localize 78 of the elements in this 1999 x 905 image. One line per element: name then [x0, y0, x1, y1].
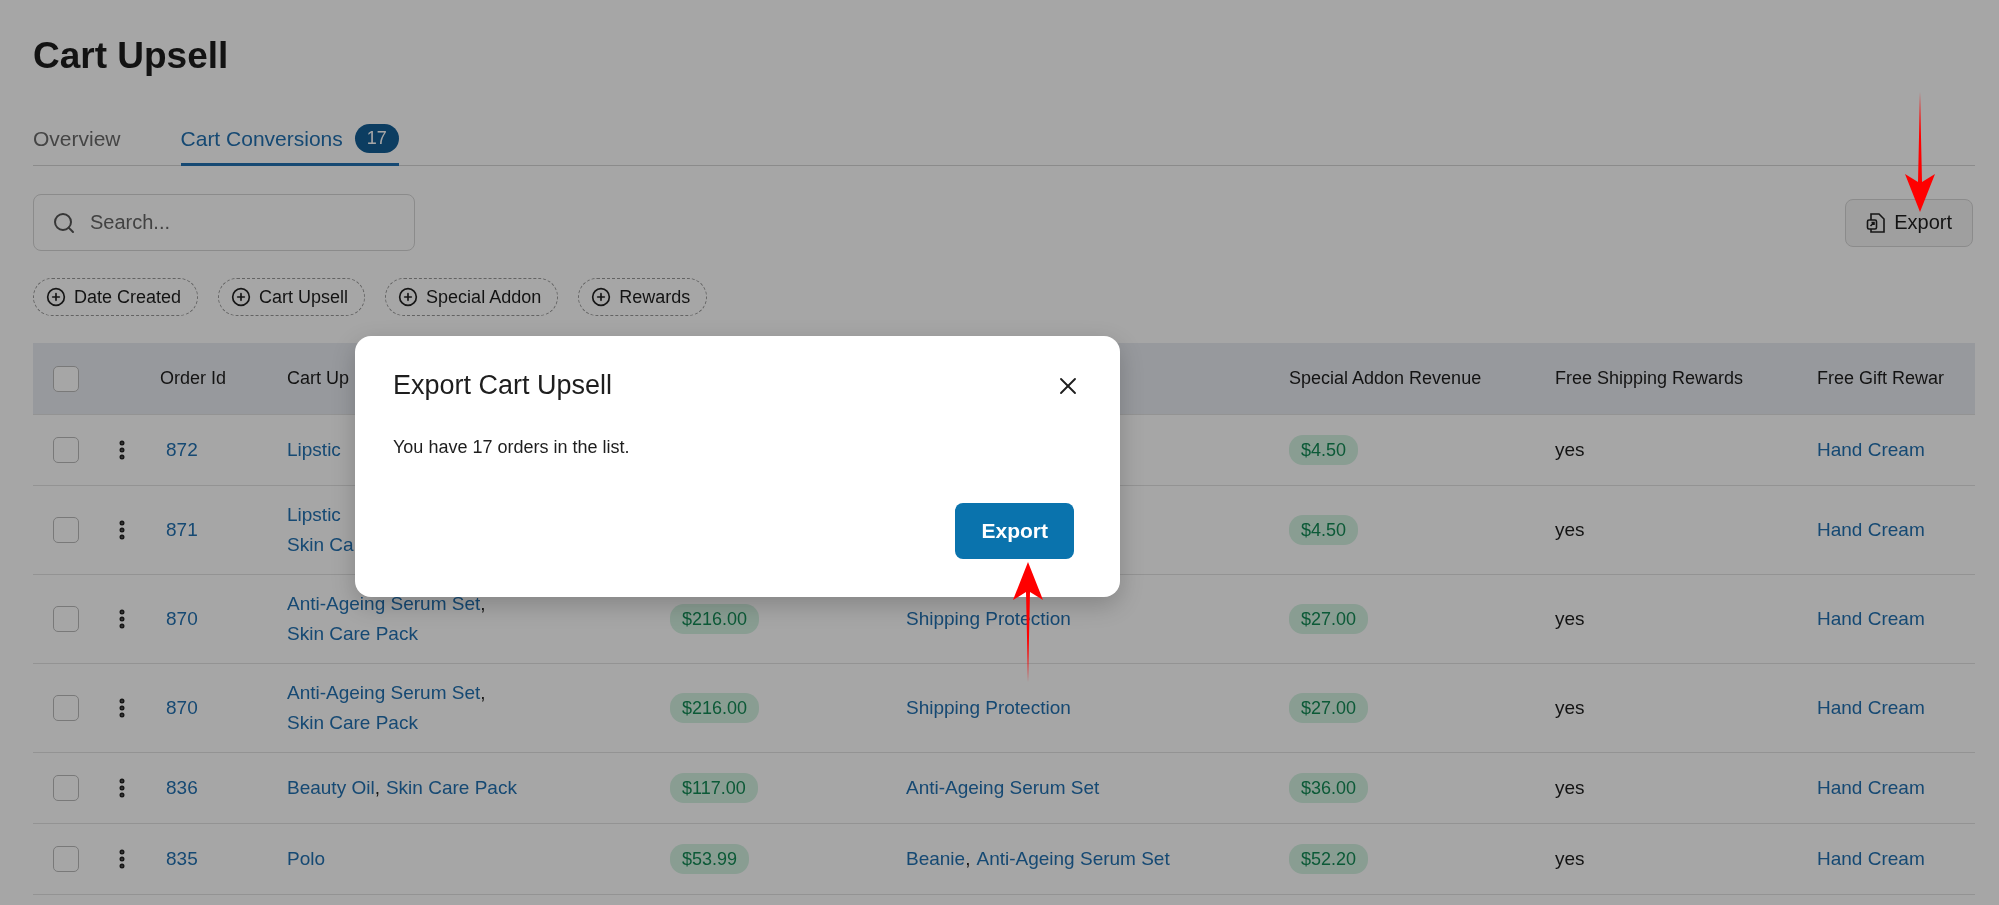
order-link[interactable]: 871 — [160, 519, 198, 540]
product-link[interactable]: Anti-Ageing Serum Set — [906, 777, 1100, 798]
product-link[interactable]: Anti-Ageing Serum Set — [287, 593, 481, 614]
tab[interactable]: Cart Conversions 17 — [180, 124, 399, 166]
product-link[interactable]: Skin Care Pack — [287, 623, 418, 644]
table-cell: yes — [1555, 519, 1585, 540]
search-input[interactable]: Search... — [90, 195, 396, 250]
filter-chip[interactable]: Rewards — [578, 278, 708, 316]
product-link[interactable]: Skin Care Pack — [385, 777, 517, 798]
plus-icon — [398, 287, 419, 307]
export-button[interactable]: Export — [955, 503, 1074, 559]
revenue-pill: $53.99 — [670, 844, 750, 874]
checkbox[interactable] — [53, 846, 79, 872]
gift-link[interactable]: Hand Cream — [1817, 608, 1925, 629]
product-link[interactable]: Polo — [287, 848, 326, 869]
table-cell: yes — [1555, 608, 1585, 629]
separator-text: , — [374, 777, 380, 798]
separator-text: , — [480, 593, 486, 614]
revenue-pill: $4.50 — [1289, 435, 1359, 465]
search-icon — [52, 210, 76, 235]
export-button[interactable]: Export — [1845, 198, 1973, 247]
checkbox[interactable] — [53, 437, 79, 463]
column-header: Free Gift Rewar — [1817, 368, 1945, 389]
order-link[interactable]: 870 — [160, 608, 198, 629]
filter-chip[interactable]: Cart Upsell — [218, 278, 366, 316]
product-link[interactable]: Anti-Ageing Serum Set — [976, 848, 1170, 869]
product-link[interactable]: Lipstic — [287, 504, 341, 525]
product-link[interactable]: Beanie — [906, 848, 966, 869]
checkbox[interactable] — [53, 517, 79, 543]
product-link[interactable]: Skin Ca — [287, 534, 354, 555]
checkbox[interactable] — [53, 606, 79, 632]
gift-link[interactable]: Hand Cream — [1817, 848, 1925, 869]
count-badge: 17 — [354, 124, 399, 153]
revenue-pill: $52.20 — [1289, 844, 1369, 874]
table-cell: yes — [1555, 777, 1585, 798]
checkbox[interactable] — [53, 695, 79, 721]
separator-text: , — [480, 682, 486, 703]
column-header: Order Id — [160, 368, 227, 389]
dialog-title: Export Cart Upsell — [393, 370, 613, 401]
table-cell: yes — [1555, 697, 1585, 718]
gift-link[interactable]: Hand Cream — [1817, 697, 1925, 718]
order-link[interactable]: 835 — [160, 848, 198, 869]
document-arrow-icon — [1866, 211, 1887, 234]
order-link[interactable]: 872 — [160, 439, 198, 460]
revenue-pill: $36.00 — [1289, 773, 1369, 803]
separator-text: , — [965, 848, 971, 869]
checkbox[interactable] — [53, 365, 79, 392]
product-link[interactable]: Anti-Ageing Serum Set — [287, 682, 481, 703]
table-cell: yes — [1555, 439, 1585, 460]
revenue-pill: $4.50 — [1289, 515, 1359, 545]
revenue-pill: $27.00 — [1289, 604, 1369, 634]
order-link[interactable]: 836 — [160, 777, 198, 798]
table-cell: yes — [1555, 848, 1585, 869]
column-header: Free Shipping Rewards — [1555, 368, 1744, 389]
column-header: Cart Up — [287, 368, 349, 389]
gift-link[interactable]: Hand Cream — [1817, 777, 1925, 798]
product-link[interactable]: Beauty Oil — [287, 777, 375, 798]
gift-link[interactable]: Hand Cream — [1817, 439, 1925, 460]
dialog-message: You have 17 orders in the list. — [393, 437, 631, 458]
search-field[interactable]: Search... — [33, 194, 415, 251]
revenue-pill: $117.00 — [670, 773, 758, 803]
product-link[interactable]: Skin Care Pack — [287, 712, 418, 733]
page-title: Cart Upsell — [33, 34, 230, 78]
revenue-pill: $216.00 — [670, 604, 760, 634]
filter-chip[interactable]: Date Created — [33, 278, 199, 316]
checkbox[interactable] — [53, 775, 79, 801]
revenue-pill: $216.00 — [670, 693, 760, 723]
revenue-pill: $27.00 — [1289, 693, 1369, 723]
order-link[interactable]: 870 — [160, 697, 198, 718]
plus-icon — [46, 287, 66, 307]
plus-icon — [231, 287, 252, 307]
gift-link[interactable]: Hand Cream — [1817, 519, 1925, 540]
filter-chip[interactable]: Special Addon — [385, 278, 559, 316]
product-link[interactable]: Lipstic — [287, 439, 341, 460]
product-link[interactable]: Shipping Protection — [906, 697, 1071, 718]
tab[interactable]: Overview — [33, 124, 121, 166]
plus-icon — [591, 287, 612, 307]
column-header: Special Addon Revenue — [1289, 368, 1482, 389]
